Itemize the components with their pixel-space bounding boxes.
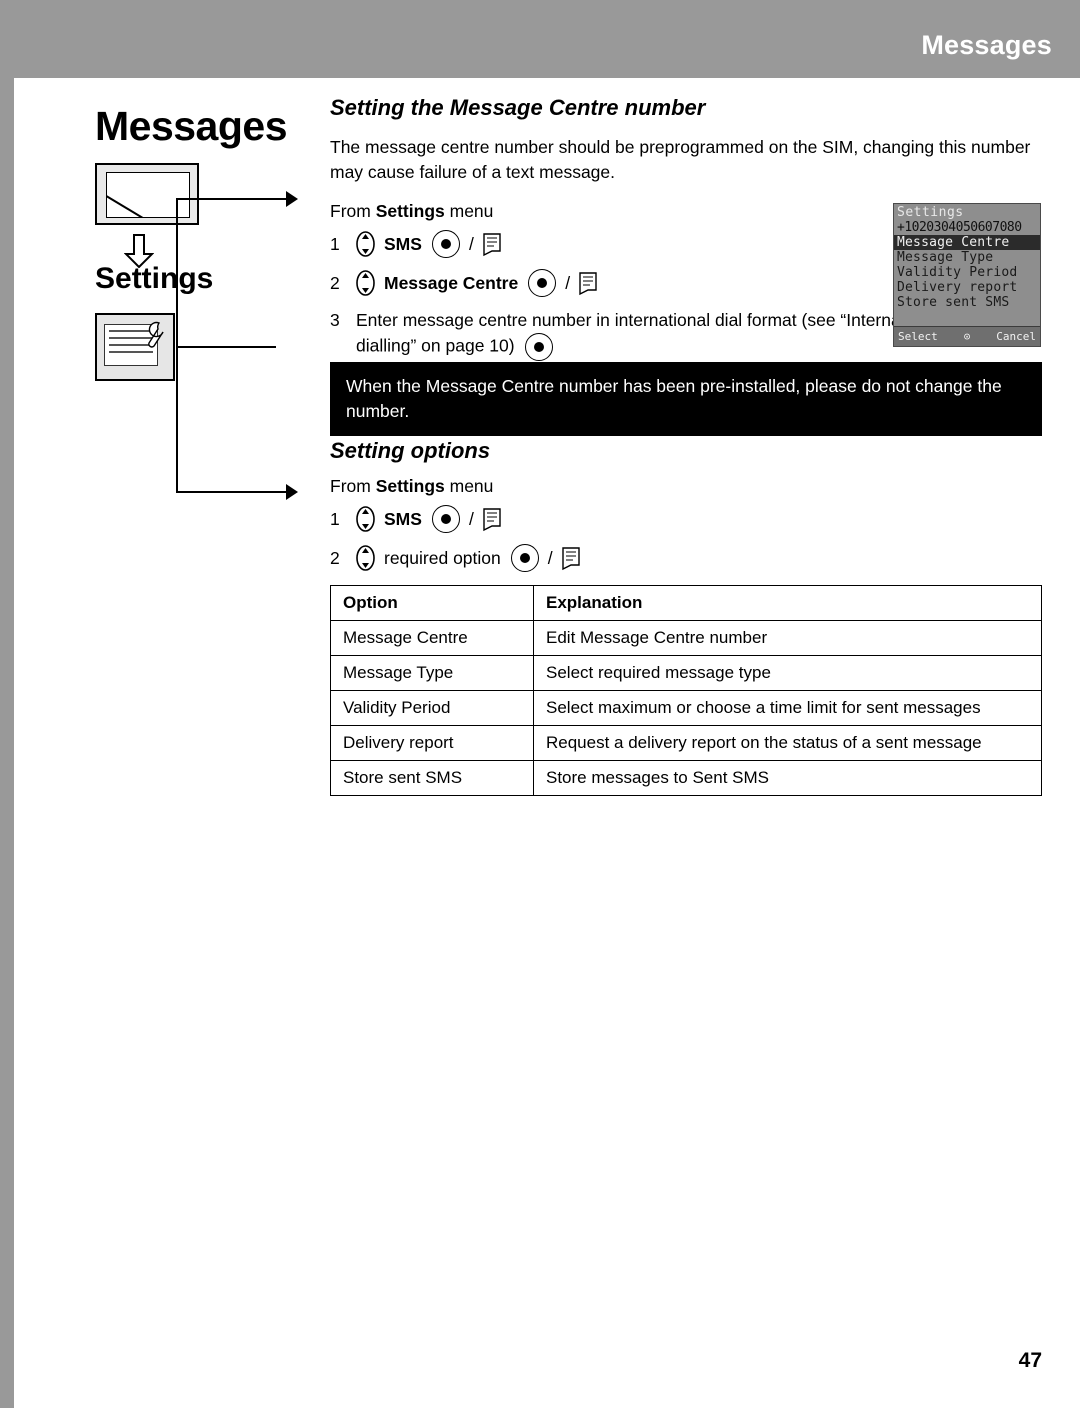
select-key-icon bbox=[528, 269, 557, 297]
table-row: Message Centre Edit Message Centre numbe… bbox=[330, 620, 1042, 656]
wrench-shape bbox=[141, 321, 167, 351]
section2-step-2: 2 required option / bbox=[330, 542, 1042, 574]
table-cell-option: Validity Period bbox=[330, 690, 534, 726]
table-row: Delivery report Request a delivery repor… bbox=[330, 725, 1042, 761]
step-label: SMS bbox=[384, 508, 422, 529]
section2-from-line: From Settings menu bbox=[330, 476, 1042, 497]
phone-screen-item-validity-period: Validity Period bbox=[897, 265, 1018, 280]
from-menu-name: Settings bbox=[375, 201, 445, 221]
step-label: SMS bbox=[384, 233, 422, 254]
step-number: 2 bbox=[330, 547, 340, 568]
table-header-option: Option bbox=[330, 585, 534, 621]
connector-arrow-bottom bbox=[286, 484, 298, 500]
phone-screen-item-delivery-report: Delivery report bbox=[897, 280, 1018, 295]
step-number: 2 bbox=[330, 272, 340, 293]
table-cell-explanation: Edit Message Centre number bbox=[533, 620, 1042, 656]
softkey-left-label: Select bbox=[898, 330, 938, 343]
section1-paragraph: The message centre number should be prep… bbox=[330, 137, 1031, 182]
key-separator: / bbox=[468, 233, 474, 254]
step-number: 3 bbox=[330, 310, 340, 330]
from-suffix: menu bbox=[444, 201, 494, 221]
options-table: Option Explanation Message Centre Edit M… bbox=[330, 585, 1042, 796]
note-callout: When the Message Centre number has been … bbox=[330, 362, 1042, 436]
table-cell-explanation: Select required message type bbox=[533, 655, 1042, 691]
connector-horizontal-bottom bbox=[176, 491, 286, 493]
softkey-center-icon: ⊙ bbox=[963, 330, 971, 343]
section2-block: Setting options From Settings menu 1 SMS… bbox=[330, 438, 1042, 579]
select-key-icon bbox=[431, 505, 460, 533]
navigation-key-icon bbox=[356, 270, 375, 296]
table-cell-explanation: Request a delivery report on the status … bbox=[533, 725, 1042, 761]
connector-horizontal-top bbox=[176, 198, 286, 200]
table-row: Validity Period Select maximum or choose… bbox=[330, 690, 1042, 726]
step-label: Enter message centre number in internati… bbox=[356, 310, 943, 356]
table-cell-explanation: Store messages to Sent SMS bbox=[533, 760, 1042, 796]
softkey-icon bbox=[560, 545, 582, 571]
softkey-icon bbox=[481, 506, 503, 532]
table-header-row: Option Explanation bbox=[330, 585, 1042, 621]
page-header-bar: Messages bbox=[0, 0, 1080, 78]
from-prefix: From bbox=[330, 201, 376, 221]
table-cell-option: Delivery report bbox=[330, 725, 534, 761]
table-cell-option: Message Type bbox=[330, 655, 534, 691]
header-title: Messages bbox=[921, 30, 1052, 60]
navigation-key-icon bbox=[356, 545, 375, 571]
table-cell-option: Store sent SMS bbox=[330, 760, 534, 796]
phone-screen-graphic: Settings +1020304050607080 Message Centr… bbox=[893, 203, 1041, 347]
phone-screen-number: +1020304050607080 bbox=[897, 220, 1022, 235]
connector-stub-top bbox=[176, 198, 178, 348]
page-number: 47 bbox=[1018, 1349, 1042, 1372]
softkey-icon bbox=[577, 270, 599, 296]
select-key-icon bbox=[510, 544, 539, 572]
connector-arrow-top bbox=[286, 191, 298, 207]
from-menu-name: Settings bbox=[375, 476, 445, 496]
phone-screen-item-store-sent-sms: Store sent SMS bbox=[897, 295, 1010, 310]
navigation-key-icon bbox=[356, 231, 375, 257]
table-row: Message Type Select required message typ… bbox=[330, 655, 1042, 691]
sidebar-settings-label: Settings bbox=[95, 262, 214, 295]
connector-icon-line bbox=[176, 346, 276, 348]
table-row: Store sent SMS Store messages to Sent SM… bbox=[330, 760, 1042, 796]
section2-step-1: 1 SMS / bbox=[330, 503, 1042, 535]
envelope-icon bbox=[95, 163, 199, 225]
step-label: Message Centre bbox=[384, 272, 519, 293]
navigation-key-icon bbox=[356, 506, 375, 532]
connector-vertical bbox=[176, 347, 178, 493]
phone-screen-item-message-centre: Message Centre bbox=[894, 235, 1040, 250]
settings-card-wrench-icon bbox=[95, 313, 175, 381]
table-cell-explanation: Select maximum or choose a time limit fo… bbox=[533, 690, 1042, 726]
key-separator: / bbox=[547, 547, 553, 568]
select-key-icon bbox=[431, 230, 460, 258]
softkey-icon bbox=[481, 231, 503, 257]
key-separator: / bbox=[565, 272, 571, 293]
from-prefix: From bbox=[330, 476, 376, 496]
phone-screen-item-message-type: Message Type bbox=[897, 250, 994, 265]
step-label: required option bbox=[384, 547, 501, 568]
section2-heading: Setting options bbox=[330, 438, 491, 463]
step-number: 1 bbox=[330, 508, 340, 529]
left-margin-rail bbox=[0, 78, 14, 1408]
step-number: 1 bbox=[330, 233, 340, 254]
from-suffix: menu bbox=[444, 476, 494, 496]
phone-screen-title: Settings bbox=[897, 205, 964, 220]
chapter-title: Messages bbox=[95, 103, 288, 149]
key-separator: / bbox=[468, 508, 474, 529]
phone-screen-softkey-bar: Select ⊙ Cancel bbox=[894, 326, 1040, 346]
select-key-icon bbox=[525, 333, 554, 361]
table-header-explanation: Explanation bbox=[533, 585, 1042, 621]
softkey-right-label: Cancel bbox=[996, 330, 1036, 343]
section1-heading: Setting the Message Centre number bbox=[330, 95, 706, 120]
table-cell-option: Message Centre bbox=[330, 620, 534, 656]
